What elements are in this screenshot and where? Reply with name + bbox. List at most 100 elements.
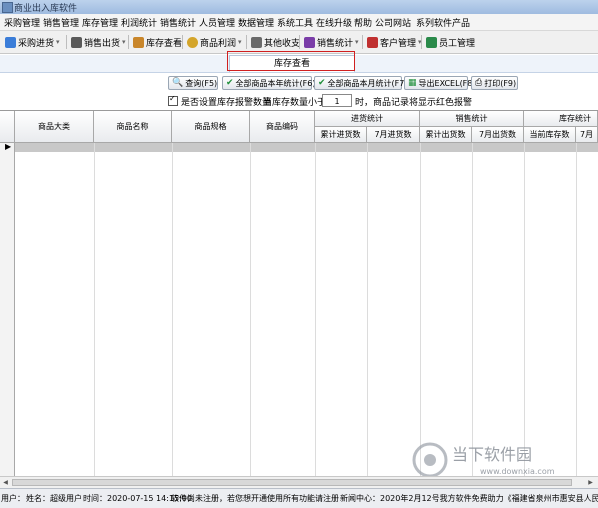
- export-excel-button[interactable]: ▦ 导出EXCEL(F8): [404, 76, 476, 90]
- alert-checkbox[interactable]: [168, 94, 178, 106]
- row-header-corner: [0, 111, 15, 143]
- threshold-prefix: 当库存数量小于: [263, 97, 327, 108]
- toolbar-divider: [66, 35, 67, 49]
- col-month-in[interactable]: 7月进货数: [367, 127, 420, 143]
- query-label: 查询(F5): [185, 78, 218, 88]
- sales-button[interactable]: 销售出货 ▾: [71, 34, 126, 50]
- col-code[interactable]: 商品编码: [250, 111, 315, 143]
- menu-data[interactable]: 数据管理: [238, 16, 274, 29]
- grid-line: [315, 143, 316, 477]
- watermark-url: www.downxia.com: [480, 467, 555, 476]
- menu-sales-stats[interactable]: 销售统计: [160, 16, 196, 29]
- inventory-table: 商品大类 商品名称 商品规格 商品编码 进货统计 累计进货数 7月进货数 销售统…: [0, 110, 598, 477]
- chevron-down-icon[interactable]: ▾: [238, 38, 242, 46]
- staff-icon: [426, 36, 437, 48]
- grid-line: [172, 143, 173, 477]
- purchase-button[interactable]: 采购进货 ▾: [5, 34, 60, 50]
- col-month-stock[interactable]: 7月: [576, 127, 598, 143]
- col-product-name[interactable]: 商品名称: [94, 111, 172, 143]
- scroll-left-icon[interactable]: ◀: [1, 478, 10, 487]
- menu-upgrade[interactable]: 在线升级: [316, 16, 352, 29]
- profit-button[interactable]: 商品利润 ▾: [187, 34, 242, 50]
- selected-row[interactable]: [15, 143, 598, 152]
- year-stats-label: 全部商品本年统计(F6): [235, 78, 316, 88]
- threshold-suffix: 时，商品记录将显示红色报警: [355, 97, 473, 108]
- print-button[interactable]: ⎙ 打印(F9): [471, 76, 518, 90]
- check-icon: ✔: [318, 78, 326, 88]
- ledger-icon: [251, 36, 262, 48]
- group-stock: 库存统计: [524, 111, 598, 127]
- profit-label: 商品利润: [200, 38, 237, 49]
- col-current-stock[interactable]: 当前库存数: [524, 127, 576, 143]
- col-total-out[interactable]: 累计出货数: [420, 127, 472, 143]
- title-bar: 商业出入库软件: [0, 0, 598, 14]
- inventory-label: 库存查看: [146, 38, 183, 49]
- other-income-button[interactable]: 其他收支: [251, 34, 300, 50]
- toolbar-divider: [128, 35, 129, 49]
- action-panel: 🔍 查询(F5) ✔ 全部商品本年统计(F6) ✔ 全部商品本月统计(F7) ▦…: [0, 73, 598, 109]
- menu-staff[interactable]: 人员管理: [199, 16, 235, 29]
- export-label: 导出EXCEL(F8): [418, 78, 476, 88]
- chevron-down-icon[interactable]: ▾: [355, 38, 359, 46]
- status-bar: 用户： 姓名：超级用户 时间：2020-07-15 14:15:00 软件尚未注…: [0, 488, 598, 508]
- stats-icon: [304, 36, 315, 48]
- menu-sales[interactable]: 销售管理: [43, 16, 79, 29]
- staff-button[interactable]: 员工管理: [426, 34, 475, 50]
- purchase-label: 采购进货: [18, 38, 55, 49]
- scroll-thumb[interactable]: [12, 479, 572, 486]
- sales-stats-label: 销售统计: [317, 38, 354, 49]
- watermark-brand: 当下软件园: [452, 445, 532, 464]
- group-purchase: 进货统计: [315, 111, 420, 127]
- month-stats-button[interactable]: ✔ 全部商品本月统计(F7): [314, 76, 407, 90]
- query-button[interactable]: 🔍 查询(F5): [168, 76, 218, 90]
- col-category[interactable]: 商品大类: [15, 111, 94, 143]
- scroll-right-icon[interactable]: ▶: [586, 478, 595, 487]
- horizontal-scrollbar[interactable]: ◀ ▶: [0, 476, 598, 488]
- sales-label: 销售出货: [84, 38, 121, 49]
- toolbar-divider: [299, 35, 300, 49]
- cart-icon: [5, 36, 16, 48]
- grid-line: [250, 143, 251, 477]
- col-month-out[interactable]: 7月出货数: [472, 127, 524, 143]
- other-income-label: 其他收支: [264, 38, 301, 49]
- boxes-icon: [133, 36, 144, 48]
- menu-inventory[interactable]: 库存管理: [82, 16, 118, 29]
- row-indicator-column: [0, 143, 15, 477]
- toolbar-divider: [246, 35, 247, 49]
- col-spec[interactable]: 商品规格: [172, 111, 250, 143]
- status-name: 姓名：超级用户: [26, 494, 82, 503]
- highlight-frame: [227, 51, 355, 71]
- coins-icon: [187, 36, 198, 48]
- grid-line: [524, 143, 525, 477]
- print-label: 打印(F9): [484, 78, 517, 88]
- year-stats-button[interactable]: ✔ 全部商品本年统计(F6): [222, 76, 315, 90]
- col-total-in[interactable]: 累计进货数: [315, 127, 367, 143]
- customer-button[interactable]: 客户管理 ▾: [367, 34, 422, 50]
- grid-line: [576, 143, 577, 477]
- menu-products[interactable]: 系列软件产品: [416, 16, 470, 29]
- status-user: 用户：: [1, 494, 25, 503]
- threshold-input[interactable]: 1: [322, 94, 352, 107]
- contacts-icon: [367, 36, 378, 48]
- chevron-down-icon[interactable]: ▾: [56, 38, 60, 46]
- menu-website[interactable]: 公司网站: [375, 16, 411, 29]
- toolbar-divider: [421, 35, 422, 49]
- chevron-down-icon[interactable]: ▾: [122, 38, 126, 46]
- grid-line: [367, 143, 368, 477]
- status-notice: 软件尚未注册，若您想开通使用所有功能请注册: [171, 494, 339, 503]
- grid-line: [472, 143, 473, 477]
- excel-icon: ▦: [408, 78, 417, 88]
- menu-tools[interactable]: 系统工具: [277, 16, 313, 29]
- window-title: 商业出入库软件: [14, 4, 78, 14]
- alert-checkbox-row[interactable]: 是否设置库存报警数量: [168, 94, 271, 108]
- inventory-button[interactable]: 库存查看: [133, 34, 182, 50]
- menu-purchase[interactable]: 采购管理: [4, 16, 40, 29]
- menu-help[interactable]: 帮助: [354, 16, 372, 29]
- sales-stats-button[interactable]: 销售统计 ▾: [304, 34, 359, 50]
- staff-label: 员工管理: [439, 38, 476, 49]
- current-row-icon: ▶: [5, 142, 12, 151]
- printer-icon: ⎙: [475, 78, 483, 88]
- alert-checkbox-label: 是否设置库存报警数量: [181, 97, 272, 108]
- menu-bar: 采购管理 销售管理 库存管理 利润统计 销售统计 人员管理 数据管理 系统工具 …: [0, 14, 598, 31]
- menu-profit[interactable]: 利润统计: [121, 16, 157, 29]
